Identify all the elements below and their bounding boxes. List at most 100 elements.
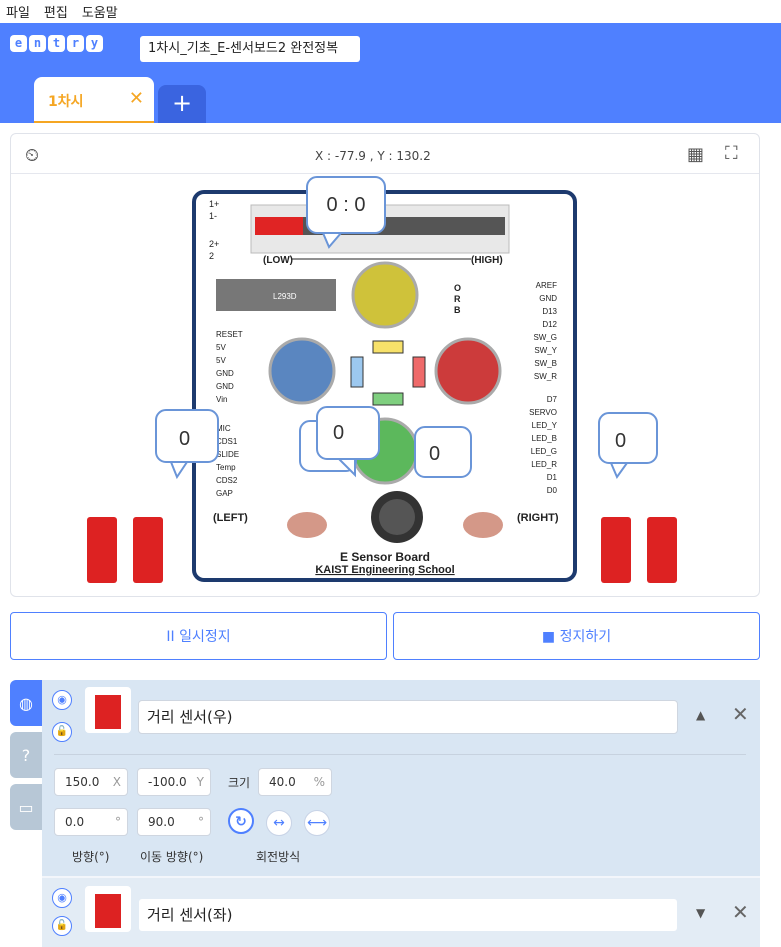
move-direction-field[interactable]: 90.0 ° — [137, 808, 211, 836]
stage-panel: ⏲ X : -77.9 , Y : 130.2 ▦ ⛶ (LOW) (HIGH)… — [10, 133, 760, 597]
object-card-1[interactable]: ◉ 🔓 거리 센서(우) ▲ ✕ 150.0 X -100.0 Y 크기 40.0%… — [42, 680, 760, 876]
console-icon: ▭ — [18, 797, 34, 817]
pin-label: AREF — [536, 281, 557, 290]
rotate-horizontal-icon[interactable]: ↔ — [266, 810, 292, 836]
entry-logo[interactable]: e n t r y — [10, 35, 105, 52]
menu-edit[interactable]: 편집 — [44, 2, 68, 21]
pause-button[interactable]: II 일시정지 — [10, 612, 387, 660]
bubble-text: 0 — [615, 430, 626, 452]
pin-label: CDS1 — [216, 437, 238, 446]
tab-scene-1[interactable]: 1차시 ✕ — [34, 77, 154, 123]
pin-label: RESET — [216, 330, 243, 339]
direction-unit: ° — [115, 815, 121, 829]
grid-icon[interactable]: ▦ — [687, 144, 704, 165]
object-name-input[interactable]: 거리 센서(우) — [138, 700, 678, 734]
add-scene-button[interactable]: + — [158, 85, 206, 123]
speech-bubble — [316, 406, 380, 460]
bubble-tail — [169, 461, 189, 480]
low-label: (LOW) — [263, 255, 293, 266]
object-thumbnail — [85, 687, 131, 733]
speech-bubble — [414, 426, 472, 478]
rgb-label-r: R — [454, 294, 461, 304]
pin-label: 2 — [209, 251, 214, 261]
direction-field[interactable]: 0.0 ° — [54, 808, 128, 836]
pin-label: SW_Y — [534, 346, 557, 355]
pin-label: 1- — [209, 211, 217, 221]
bubble-text: 0 — [429, 443, 440, 465]
pin-label: SW_R — [534, 372, 557, 381]
pin-label: D1 — [547, 473, 558, 482]
logo-letter: y — [86, 35, 103, 52]
distance-sensor-left-a — [87, 517, 117, 583]
menu-file[interactable]: 파일 — [6, 2, 30, 21]
pin-label: D0 — [547, 486, 558, 495]
pin-label: SLIDE — [216, 450, 239, 459]
rotate-mode-label: 회전방식 — [256, 850, 301, 864]
y-field[interactable]: -100.0 Y — [137, 768, 211, 796]
pin-label: GAP — [216, 489, 233, 498]
direction-label: 방향(°) — [72, 850, 110, 864]
sensor-thumb-icon — [95, 695, 121, 729]
size-label: 크기 — [228, 776, 251, 790]
rotate-free-icon[interactable]: ↻ — [228, 808, 254, 834]
bubble-right: 0 — [598, 412, 658, 480]
rgb-label-b: B — [454, 305, 461, 315]
pin-label: 1+ — [209, 199, 219, 209]
sensor-thumb-icon — [95, 894, 121, 928]
project-title-input[interactable]: 1차시_기초_E-센서보드2 완전정복 — [140, 36, 360, 62]
speed-icon[interactable]: ⏲ — [25, 145, 39, 166]
fullscreen-icon[interactable]: ⛶ — [725, 143, 738, 164]
left-label: (LEFT) — [213, 512, 248, 524]
distance-sensor-right-a — [601, 517, 631, 583]
lock-icon[interactable]: 🔓 — [52, 722, 72, 742]
menu-help[interactable]: 도움말 — [82, 2, 118, 21]
eye-icon[interactable]: ◉ — [52, 888, 72, 908]
delete-object-icon[interactable]: ✕ — [732, 900, 749, 924]
collapse-icon[interactable]: ▲ — [696, 708, 705, 722]
green-led — [372, 392, 404, 406]
stage-header: ⏲ X : -77.9 , Y : 130.2 ▦ ⛶ — [11, 134, 759, 174]
size-field[interactable]: 40.0% — [258, 768, 332, 796]
pin-label: LED_R — [531, 460, 557, 469]
red-led — [412, 356, 426, 388]
tab-object[interactable]: ◍ — [10, 680, 42, 726]
tab-help[interactable]: ? — [10, 732, 42, 778]
distance-sensor-left-b — [133, 517, 163, 583]
object-card-2[interactable]: ◉ 🔓 거리 센서(좌) ▼ ✕ — [42, 878, 760, 947]
pin-label: SW_G — [533, 333, 557, 342]
help-icon: ? — [21, 745, 31, 765]
header: e n t r y 1차시_기초_E-센서보드2 완전정복 1차시 ✕ + — [0, 23, 781, 123]
blue-button — [268, 337, 336, 405]
right-label: (RIGHT) — [517, 512, 559, 524]
move-direction-label: 이동 방향(°) — [140, 850, 204, 864]
logo-letter: e — [10, 35, 27, 52]
close-icon[interactable]: ✕ — [129, 88, 144, 109]
stage-canvas[interactable]: (LOW) (HIGH) 0 : 0 1+ 1- 2+ 2 L293D O R … — [11, 175, 759, 596]
object-list: ◉ 🔓 거리 센서(우) ▲ ✕ 150.0 X -100.0 Y 크기 40.0%… — [42, 680, 760, 947]
blue-led — [350, 356, 364, 388]
tab-console[interactable]: ▭ — [10, 784, 42, 830]
expand-icon[interactable]: ▼ — [696, 906, 705, 920]
size-value: 40.0 — [269, 775, 296, 789]
direction-value: 0.0 — [65, 815, 85, 829]
stop-button[interactable]: ■ 정지하기 — [393, 612, 760, 660]
y-value: -100.0 — [148, 775, 187, 789]
bubble-tail — [609, 462, 629, 480]
pin-label: D7 — [547, 395, 558, 404]
x-field[interactable]: 150.0 X — [54, 768, 128, 796]
red-button — [434, 337, 502, 405]
delete-object-icon[interactable]: ✕ — [732, 702, 749, 726]
board-subtitle: KAIST Engineering School — [315, 564, 454, 576]
object-name-input[interactable]: 거리 센서(좌) — [138, 898, 678, 932]
rgb-label-o: O — [454, 283, 461, 293]
object-tab-icon: ◍ — [19, 693, 33, 713]
eye-icon[interactable]: ◉ — [52, 690, 72, 710]
rotate-none-icon[interactable]: ⟷ — [304, 810, 330, 836]
pin-label: GND — [539, 294, 557, 303]
yellow-button — [351, 261, 419, 329]
move-direction-unit: ° — [198, 815, 204, 829]
lock-icon[interactable]: 🔓 — [52, 916, 72, 936]
slide-level — [255, 217, 303, 235]
x-value: 150.0 — [65, 775, 100, 789]
pin-label: LED_B — [532, 434, 557, 443]
